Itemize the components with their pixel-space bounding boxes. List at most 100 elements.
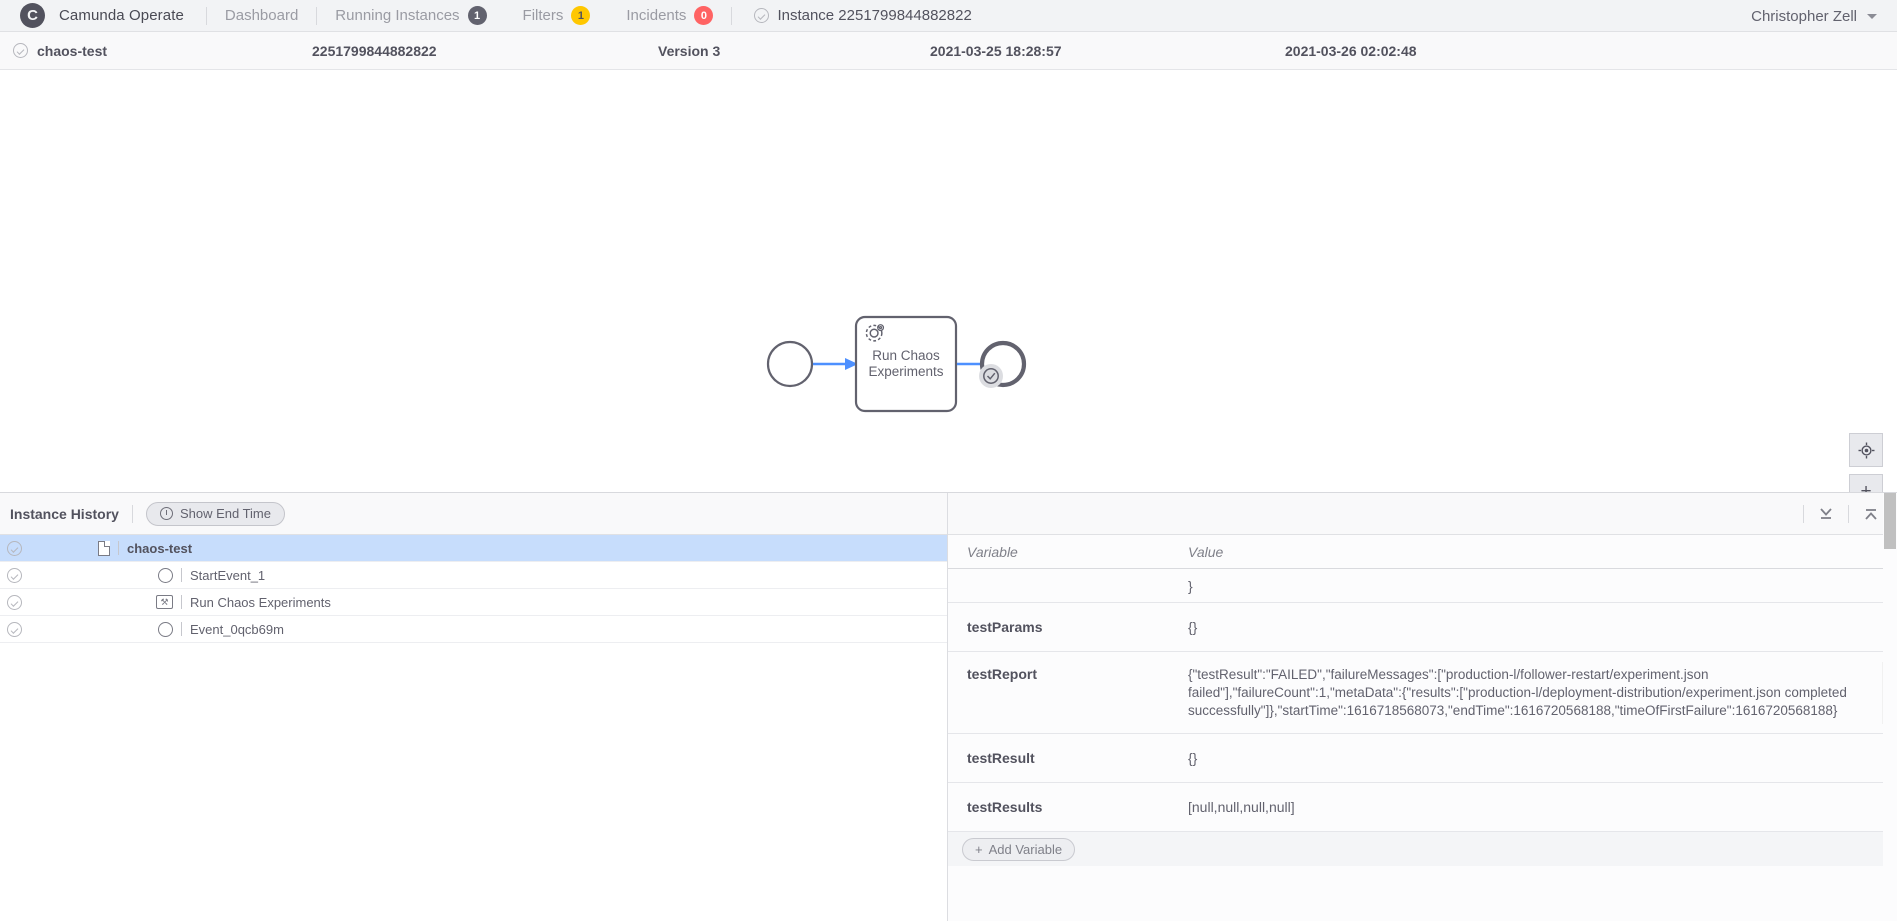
variables-header	[948, 493, 1897, 535]
variables-row-testResult[interactable]: testResult {}	[948, 734, 1897, 783]
event-circle-icon	[158, 567, 173, 583]
row-status	[0, 621, 28, 637]
diagram-zoom-controls: + −	[1849, 433, 1883, 492]
completed-check-icon	[6, 540, 22, 556]
running-instances-badge: 1	[467, 6, 487, 25]
history-row-start-event[interactable]: StartEvent_1	[0, 562, 947, 589]
variables-row-testResults[interactable]: testResults [null,null,null,null]	[948, 783, 1897, 832]
divider	[1803, 504, 1804, 523]
nav-item-current-instance[interactable]: Instance 2251799844882822	[732, 7, 989, 24]
column-header-variable: Variable	[967, 543, 1018, 560]
tree-guide	[118, 541, 119, 555]
subheader-end-date: 2021-03-26 02:02:48	[1285, 42, 1417, 59]
bpmn-start-event[interactable]	[766, 340, 814, 388]
completed-check-icon	[6, 567, 22, 583]
current-instance-label: Instance 2251799844882822	[777, 7, 972, 24]
completed-check-icon	[13, 43, 28, 58]
add-variable-bar: + Add Variable	[948, 832, 1897, 866]
variable-name: testReport	[967, 666, 1038, 682]
bottom-panel: Instance History Show End Time chaos-tes…	[0, 493, 1897, 921]
variable-value[interactable]: {}	[1188, 750, 1897, 766]
panel-actions	[1801, 499, 1891, 529]
nav-links: Dashboard Running Instances 1 Filters 1 …	[207, 6, 732, 25]
tree-guide	[181, 622, 182, 636]
row-status	[0, 540, 28, 556]
scrollbar-thumb[interactable]	[1884, 493, 1896, 549]
clock-icon	[159, 507, 173, 520]
show-end-time-label: Show End Time	[179, 506, 271, 521]
process-doc-icon	[98, 540, 110, 556]
nav-item-dashboard[interactable]: Dashboard	[207, 7, 316, 24]
nav-label: Running Instances	[335, 7, 460, 24]
completed-check-icon	[6, 594, 22, 610]
nav-item-filters[interactable]: Filters 1	[505, 6, 609, 25]
brand[interactable]: C Camunda Operate	[20, 3, 206, 28]
nav-item-running-instances[interactable]: Running Instances 1	[317, 6, 504, 25]
process-name: chaos-test	[37, 42, 108, 59]
variable-name: testParams	[967, 619, 1043, 635]
nav-label: Incidents	[626, 7, 687, 24]
add-variable-label: Add Variable	[988, 841, 1063, 857]
completed-check-icon	[6, 621, 22, 637]
variable-value[interactable]: {}	[1188, 619, 1897, 635]
nav-label: Filters	[522, 7, 564, 24]
plus-icon: +	[975, 841, 983, 857]
user-name: Christopher Zell	[1751, 7, 1857, 25]
instance-subheader: chaos-test 2251799844882822 Version 3 20…	[0, 32, 1897, 70]
variable-value[interactable]: {"testResult":"FAILED","failureMessages"…	[1188, 666, 1891, 720]
variable-name: testResults	[967, 799, 1043, 815]
filters-badge: 1	[571, 6, 591, 25]
show-end-time-button[interactable]: Show End Time	[145, 501, 285, 526]
divider	[1848, 504, 1849, 523]
history-row-label: StartEvent_1	[190, 567, 266, 583]
variable-name: testResult	[967, 750, 1035, 766]
app-header: C Camunda Operate Dashboard Running Inst…	[0, 0, 1897, 32]
zoom-in-button[interactable]: +	[1849, 474, 1883, 492]
add-variable-button[interactable]: + Add Variable	[962, 837, 1076, 861]
subheader-start-date: 2021-03-25 18:28:57	[930, 42, 1062, 59]
variable-value-container[interactable]: {"testResult":"FAILED","failureMessages"…	[1188, 662, 1897, 724]
nav-item-incidents[interactable]: Incidents 0	[608, 6, 731, 25]
camunda-logo-icon: C	[20, 3, 45, 28]
instance-history-panel: Instance History Show End Time chaos-tes…	[0, 493, 948, 921]
incidents-badge: 0	[694, 6, 714, 25]
history-row-label: Event_0qcb69m	[190, 621, 284, 637]
bpmn-task-label-line2: Experiments	[868, 364, 943, 379]
variables-scrollbar[interactable]: ▼	[1883, 493, 1897, 921]
bpmn-task-label-line1: Run Chaos	[872, 348, 940, 363]
variables-row-partial: }	[948, 569, 1897, 603]
subheader-version: Version 3	[658, 42, 721, 59]
expand-down-button[interactable]	[1806, 499, 1846, 529]
brand-name: Camunda Operate	[59, 7, 184, 24]
history-row-label: Run Chaos Experiments	[190, 594, 331, 610]
completed-check-icon	[754, 8, 770, 23]
user-menu[interactable]: Christopher Zell	[1751, 0, 1877, 32]
instance-history-header: Instance History Show End Time	[0, 493, 947, 535]
tree-guide	[181, 595, 182, 609]
variables-panel: Variable Value } testParams {} testRepor…	[948, 493, 1897, 921]
completed-marker-bg	[979, 364, 1003, 388]
collapse-up-icon	[1865, 508, 1877, 520]
service-task-icon: ⚒	[156, 595, 173, 609]
variable-value[interactable]: [null,null,null,null]	[1188, 799, 1897, 815]
bpmn-diagram[interactable]: Run Chaos Experiments + −	[0, 70, 1897, 493]
expand-down-icon	[1820, 507, 1832, 519]
subheader-process: chaos-test	[13, 43, 107, 59]
column-header-value: Value	[1188, 543, 1224, 560]
history-row-run-chaos-experiments[interactable]: ⚒ Run Chaos Experiments	[0, 589, 947, 616]
variables-row-testReport[interactable]: testReport {"testResult":"FAILED","failu…	[948, 652, 1897, 734]
bpmn-canvas[interactable]: Run Chaos Experiments	[0, 70, 1897, 493]
variable-value: }	[1188, 577, 1193, 594]
variables-row-testParams[interactable]: testParams {}	[948, 603, 1897, 652]
chevron-down-icon	[1867, 13, 1877, 19]
history-row-chaos-test[interactable]: chaos-test	[0, 535, 947, 562]
crosshair-icon	[1858, 442, 1874, 458]
panel-title: Instance History	[10, 505, 119, 522]
tree-guide	[181, 568, 182, 582]
reset-zoom-button[interactable]	[1849, 433, 1883, 467]
divider	[131, 504, 133, 523]
subheader-instance-id: 2251799844882822	[312, 42, 437, 59]
history-row-end-event[interactable]: Event_0qcb69m	[0, 616, 947, 643]
variables-table-header: Variable Value	[948, 535, 1897, 569]
event-circle-icon	[158, 621, 173, 637]
